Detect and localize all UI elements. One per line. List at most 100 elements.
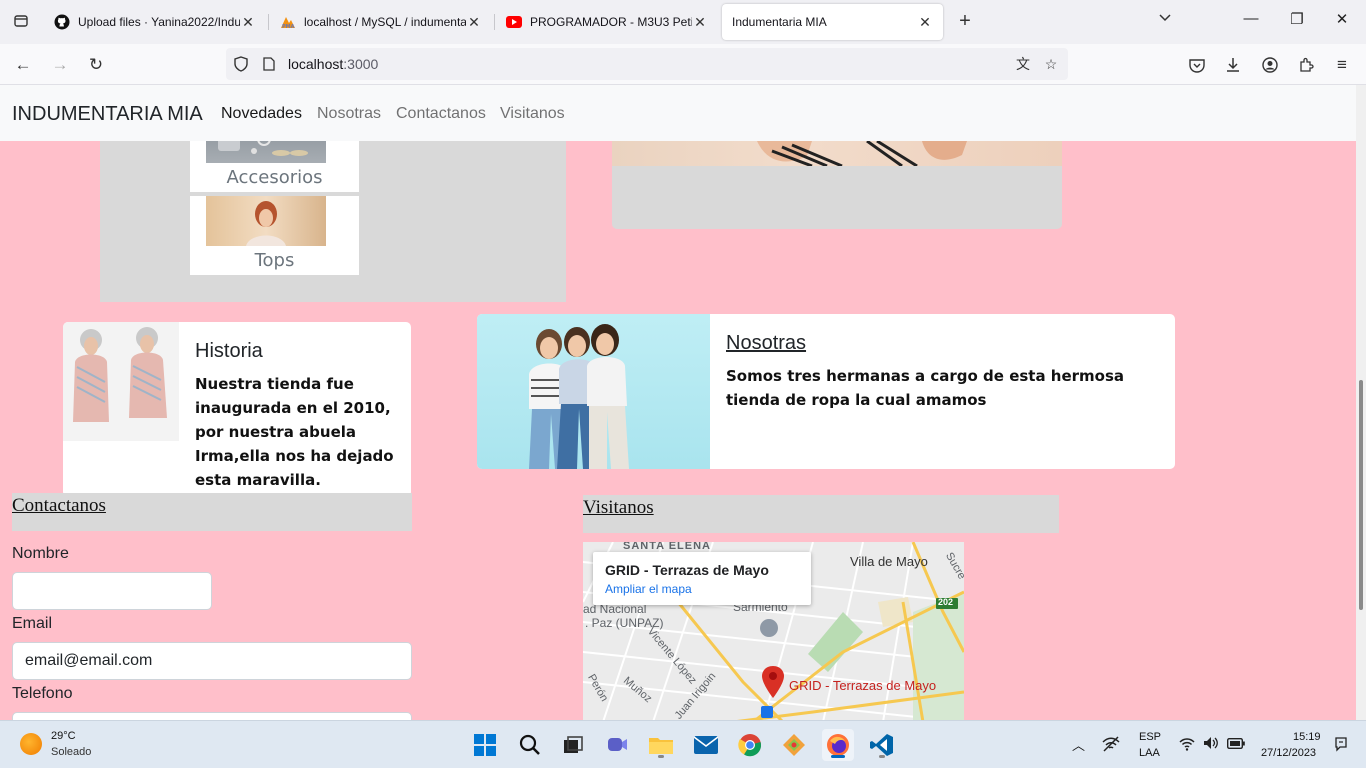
contactanos-heading[interactable]: Contactanos [12, 495, 106, 517]
running-indicator [879, 755, 885, 758]
github-icon [54, 14, 70, 30]
nav-link-novedades[interactable]: Novedades [221, 105, 302, 123]
close-tab-icon[interactable]: ✕ [917, 14, 933, 31]
map-label: 202 [938, 597, 954, 607]
map-enlarge-link[interactable]: Ampliar el mapa [605, 582, 692, 596]
nav-link-contactanos[interactable]: Contactanos [396, 105, 486, 123]
historia-image [63, 322, 179, 441]
nav-link-nosotras[interactable]: Nosotras [317, 105, 381, 123]
tab-list-icon[interactable] [8, 8, 34, 34]
git-app-icon[interactable] [778, 729, 810, 761]
nosotras-title[interactable]: Nosotras [726, 332, 806, 355]
category-card-tops[interactable]: Tops [190, 196, 359, 275]
minimize-icon[interactable]: — [1238, 10, 1264, 27]
pocket-icon[interactable] [1184, 52, 1210, 78]
tab-title: Indumentaria MIA [732, 15, 827, 29]
telefono-label: Telefono [12, 685, 73, 702]
page-icon[interactable] [260, 55, 278, 73]
url-text[interactable]: localhost:3000 [288, 56, 378, 72]
email-placeholder: email@email.com [25, 652, 153, 669]
reload-icon[interactable]: ↻ [83, 52, 109, 78]
bookmark-star-icon[interactable]: ☆ [1042, 55, 1060, 73]
tops-image [206, 196, 326, 246]
map-place-title: GRID - Terrazas de Mayo [605, 562, 769, 578]
map-label: Villa de Mayo [850, 554, 928, 569]
network-off-icon[interactable] [1102, 736, 1120, 755]
download-icon[interactable] [1220, 52, 1246, 78]
volume-icon[interactable] [1203, 736, 1219, 753]
chat-icon[interactable] [601, 729, 633, 761]
vscode-icon[interactable] [866, 729, 898, 761]
forward-icon[interactable]: → [47, 52, 73, 78]
telefono-input[interactable] [12, 712, 412, 720]
map-pin-label[interactable]: GRID - Terrazas de Mayo [789, 678, 936, 693]
menu-icon[interactable]: ≡ [1329, 52, 1355, 78]
contactanos-heading-bar: Contactanos [12, 493, 412, 531]
close-tab-icon[interactable]: ✕ [466, 14, 482, 31]
page-scrollbar[interactable] [1356, 85, 1366, 720]
account-icon[interactable] [1257, 52, 1283, 78]
tab-separator [494, 14, 495, 30]
email-label: Email [12, 615, 53, 632]
tab-indumentaria[interactable]: Indumentaria MIA ✕ [722, 4, 943, 40]
language-layout[interactable]: LAA [1139, 747, 1160, 759]
mail-icon[interactable] [690, 729, 722, 761]
weather-temp[interactable]: 29°C [51, 730, 76, 742]
chrome-icon[interactable] [734, 729, 766, 761]
nombre-input[interactable] [12, 572, 212, 610]
category-label: Accesorios [226, 167, 323, 188]
tab-title: localhost / MySQL / indumenta [304, 15, 466, 29]
firefox-icon[interactable] [822, 729, 854, 761]
browser-tab-bar: Upload files · Yanina2022/Indum ✕ PMA lo… [0, 0, 1366, 44]
email-input[interactable]: email@email.com [12, 642, 412, 680]
weather-condition[interactable]: Soleado [51, 746, 91, 758]
url-bar[interactable]: localhost:3000 文 ☆ [226, 48, 1068, 80]
task-view-icon[interactable] [557, 729, 589, 761]
restore-icon[interactable]: ❐ [1284, 10, 1310, 28]
google-map[interactable]: SANTA ELENA Villa de Mayo Sucre ad Nacio… [583, 542, 964, 720]
tab-phpmyadmin[interactable]: PMA localhost / MySQL / indumenta ✕ [270, 4, 492, 40]
shield-icon[interactable] [232, 55, 250, 73]
visitanos-heading[interactable]: Visitanos [583, 497, 654, 519]
extensions-icon[interactable] [1293, 52, 1319, 78]
historia-card: Historia Nuestra tienda fue inaugurada e… [63, 322, 411, 497]
close-window-icon[interactable]: ✕ [1329, 10, 1355, 28]
nav-link-visitanos[interactable]: Visitanos [500, 105, 565, 123]
battery-icon[interactable] [1226, 737, 1245, 752]
notifications-icon[interactable] [1333, 736, 1349, 755]
tab-github[interactable]: Upload files · Yanina2022/Indum ✕ [44, 4, 266, 40]
new-tab-icon[interactable]: + [954, 10, 976, 32]
search-icon[interactable] [514, 729, 546, 761]
youtube-icon [506, 14, 522, 30]
nosotras-card: Nosotras Somos tres hermanas a cargo de … [477, 314, 1175, 469]
wifi-icon[interactable] [1179, 737, 1195, 754]
translate-icon[interactable]: 文 [1014, 55, 1032, 73]
close-tab-icon[interactable]: ✕ [692, 14, 708, 31]
back-icon[interactable]: ← [10, 52, 36, 78]
clock-time[interactable]: 15:19 [1293, 731, 1321, 743]
phpmyadmin-icon: PMA [280, 14, 296, 30]
tray-chevron-icon[interactable]: ︿ [1072, 735, 1085, 754]
scrollbar-thumb[interactable] [1359, 380, 1363, 610]
tab-youtube[interactable]: PROGRAMADOR - M3U3 Petició ✕ [496, 4, 718, 40]
language-code[interactable]: ESP [1139, 731, 1161, 743]
historia-text: Nuestra tienda fue inaugurada en el 2010… [195, 375, 394, 489]
weather-sun-icon[interactable] [20, 733, 42, 755]
tab-separator [268, 14, 269, 30]
visitanos-heading-bar: Visitanos [583, 495, 1059, 533]
file-explorer-icon[interactable] [645, 729, 677, 761]
chevron-down-icon[interactable] [1158, 12, 1172, 26]
clock-date[interactable]: 27/12/2023 [1261, 747, 1316, 759]
browser-nav-bar: ← → ↻ localhost:3000 文 ☆ ≡ [0, 44, 1366, 85]
windows-taskbar: 29°C Soleado ︿ ESP LAA 15:19 27/12/2023 [0, 720, 1366, 768]
map-info-card: GRID - Terrazas de Mayo Ampliar el mapa [593, 552, 811, 605]
historia-title: Historia [195, 340, 263, 362]
nosotras-image [477, 314, 710, 469]
start-icon[interactable] [469, 729, 501, 761]
site-navbar: INDUMENTARIA MIA Novedades Nosotras Cont… [0, 85, 1356, 141]
nombre-label: Nombre [12, 545, 69, 562]
close-tab-icon[interactable]: ✕ [240, 14, 256, 31]
category-label: Tops [254, 250, 295, 271]
site-brand[interactable]: INDUMENTARIA MIA [12, 103, 203, 126]
running-indicator [831, 755, 845, 758]
